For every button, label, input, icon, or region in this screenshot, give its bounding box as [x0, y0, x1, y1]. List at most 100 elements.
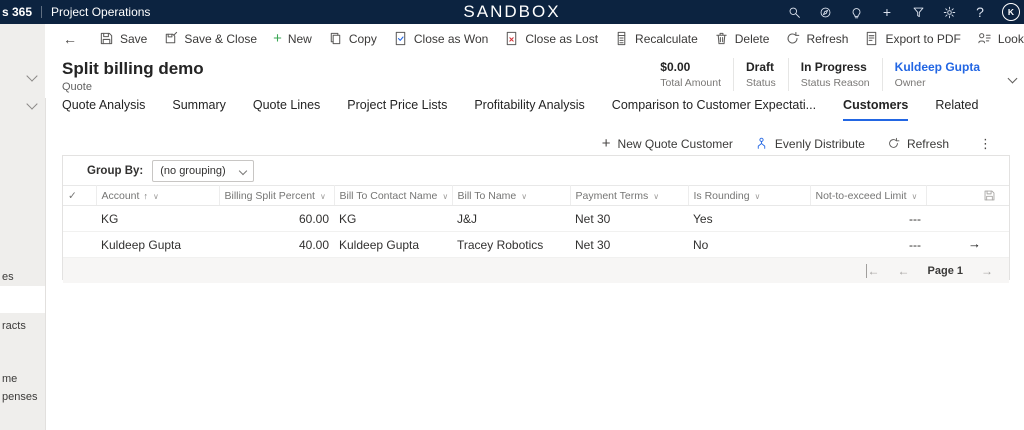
sidebar-item-fragment[interactable]: es	[2, 271, 14, 283]
plus-icon[interactable]: +	[878, 0, 896, 24]
bill-to-name-cell[interactable]: J&J	[452, 206, 570, 232]
look-up-address-button[interactable]: Look Up Address	[969, 24, 1024, 53]
delete-icon	[714, 31, 729, 46]
is-rounding-cell[interactable]: No	[688, 232, 810, 258]
top-navigation-bar: s 365 Project Operations SANDBOX + ?	[0, 0, 1024, 24]
save-and-close-icon	[163, 31, 178, 46]
total-amount-value: $0.00	[660, 60, 721, 74]
column-header-payment-terms[interactable]: Payment Terms∨	[570, 186, 688, 206]
column-header-bill-to-contact-name[interactable]: Bill To Contact Name∨	[334, 186, 452, 206]
tab-quote-analysis[interactable]: Quote Analysis	[62, 98, 145, 119]
recalculate-button[interactable]: Recalculate	[606, 24, 706, 53]
bill-to-contact-name-cell[interactable]: Kuldeep Gupta	[334, 232, 452, 258]
bill-to-contact-name-cell[interactable]: KG	[334, 206, 452, 232]
evenly-distribute-icon	[755, 137, 768, 150]
chevron-down-icon: ∨	[755, 192, 761, 201]
close-as-lost-icon	[504, 31, 519, 46]
column-header-is-rounding[interactable]: Is Rounding∨	[688, 186, 810, 206]
tab-summary[interactable]: Summary	[172, 98, 225, 119]
is-rounding-cell[interactable]: Yes	[688, 206, 810, 232]
billing-split-percent-cell[interactable]: 60.00	[219, 206, 334, 232]
copy-button[interactable]: Copy	[320, 24, 385, 53]
not-to-exceed-limit-cell[interactable]: ---	[810, 232, 926, 258]
record-header: Split billing demo Quote $0.00 Total Amo…	[45, 53, 1024, 98]
sidebar-item-fragment[interactable]: penses	[2, 391, 37, 403]
row-checkbox-cell[interactable]	[63, 206, 96, 232]
evenly-distribute-button[interactable]: Evenly Distribute	[755, 137, 865, 151]
column-header-account[interactable]: Account↑∨	[96, 186, 219, 206]
tab-related[interactable]: Related	[935, 98, 978, 119]
lightbulb-icon[interactable]	[847, 0, 865, 24]
delete-button[interactable]: Delete	[706, 24, 778, 53]
account-cell[interactable]: KG	[96, 206, 219, 232]
save-button[interactable]: Save	[91, 24, 155, 53]
tab-quote-lines[interactable]: Quote Lines	[253, 98, 320, 119]
plus-icon: +	[602, 136, 611, 151]
close-as-won-button[interactable]: Close as Won	[385, 24, 496, 53]
refresh-button[interactable]: Refresh	[777, 24, 856, 53]
close-as-lost-button[interactable]: Close as Lost	[496, 24, 606, 53]
dynamics-brand[interactable]: s 365	[2, 5, 32, 19]
chevron-down-icon	[238, 166, 246, 174]
quote-customers-grid: Group By: (no grouping) ✓ Account↑∨ Bill…	[62, 155, 1010, 280]
account-cell[interactable]: Kuldeep Gupta	[96, 232, 219, 258]
tab-customers[interactable]: Customers	[843, 98, 908, 121]
header-collapse-chevron-icon[interactable]	[1009, 69, 1016, 87]
grid-refresh-button[interactable]: Refresh	[887, 137, 949, 151]
user-avatar[interactable]: K	[1002, 0, 1020, 24]
column-header-spare	[926, 186, 1009, 206]
copy-icon	[328, 31, 343, 46]
more-grid-commands-icon[interactable]: ⋮	[971, 136, 1000, 152]
select-all-checkbox[interactable]: ✓	[63, 186, 96, 206]
previous-page-button[interactable]: ←	[898, 264, 910, 278]
row-checkbox-cell[interactable]	[63, 232, 96, 258]
form-tabs: Quote Analysis Summary Quote Lines Proje…	[45, 98, 1024, 125]
tab-comparison-to-customer-expectations[interactable]: Comparison to Customer Expectati...	[612, 98, 816, 119]
search-icon[interactable]	[785, 0, 803, 24]
sidebar-item-fragment[interactable]: racts	[2, 320, 26, 332]
not-to-exceed-limit-cell[interactable]: ---	[810, 206, 926, 232]
save-icon	[99, 31, 114, 46]
topbar-left: s 365 Project Operations	[0, 5, 150, 19]
grid-table: ✓ Account↑∨ Billing Split Percent∨ Bill …	[63, 185, 1009, 258]
save-and-close-button[interactable]: Save & Close	[155, 24, 265, 53]
help-icon[interactable]: ?	[971, 0, 989, 24]
new-quote-customer-button[interactable]: + New Quote Customer	[602, 136, 733, 151]
sidebar-item-selected[interactable]	[0, 286, 45, 313]
back-button[interactable]: ←	[53, 24, 87, 53]
compass-icon[interactable]	[816, 0, 834, 24]
payment-terms-cell[interactable]: Net 30	[570, 232, 688, 258]
tab-profitability-analysis[interactable]: Profitability Analysis	[474, 98, 584, 119]
chevron-down-icon: ∨	[653, 192, 659, 201]
status-reason-label: Status Reason	[801, 77, 870, 89]
table-row[interactable]: KG 60.00 KG J&J Net 30 Yes ---	[63, 206, 1009, 232]
filter-icon[interactable]	[909, 0, 927, 24]
export-to-pdf-button[interactable]: Export to PDF	[856, 24, 968, 53]
owner-label: Owner	[895, 77, 980, 89]
site-map-sidebar: es racts me penses	[0, 24, 46, 430]
column-header-not-to-exceed-limit[interactable]: Not-to-exceed Limit∨	[810, 186, 926, 206]
gear-icon[interactable]	[940, 0, 958, 24]
column-header-bill-to-name[interactable]: Bill To Name∨	[452, 186, 570, 206]
new-button[interactable]: + New	[265, 24, 320, 53]
sidebar-chevron-down-icon[interactable]	[26, 70, 37, 81]
app-name[interactable]: Project Operations	[51, 5, 150, 19]
first-page-button[interactable]: ←	[866, 264, 880, 278]
bill-to-name-cell[interactable]: Tracey Robotics	[452, 232, 570, 258]
billing-split-percent-cell[interactable]: 40.00	[219, 232, 334, 258]
column-header-billing-split-percent[interactable]: Billing Split Percent∨	[219, 186, 334, 206]
sidebar-item-fragment[interactable]: me	[2, 373, 17, 385]
chevron-down-icon: ∨	[521, 192, 527, 201]
payment-terms-cell[interactable]: Net 30	[570, 206, 688, 232]
table-row[interactable]: Kuldeep Gupta 40.00 Kuldeep Gupta Tracey…	[63, 232, 1009, 258]
save-layout-icon[interactable]	[983, 189, 996, 205]
environment-banner: SANDBOX	[463, 0, 560, 24]
chevron-down-icon: ∨	[912, 192, 918, 201]
group-by-dropdown[interactable]: (no grouping)	[152, 160, 253, 182]
tab-project-price-lists[interactable]: Project Price Lists	[347, 98, 447, 119]
owner-link[interactable]: Kuldeep Gupta	[895, 60, 980, 74]
scroll-right-arrow-icon[interactable]: →	[968, 236, 981, 251]
next-page-button[interactable]: →	[981, 264, 993, 278]
sidebar-chevron-down-icon[interactable]	[26, 98, 37, 109]
plus-icon: +	[273, 31, 282, 46]
